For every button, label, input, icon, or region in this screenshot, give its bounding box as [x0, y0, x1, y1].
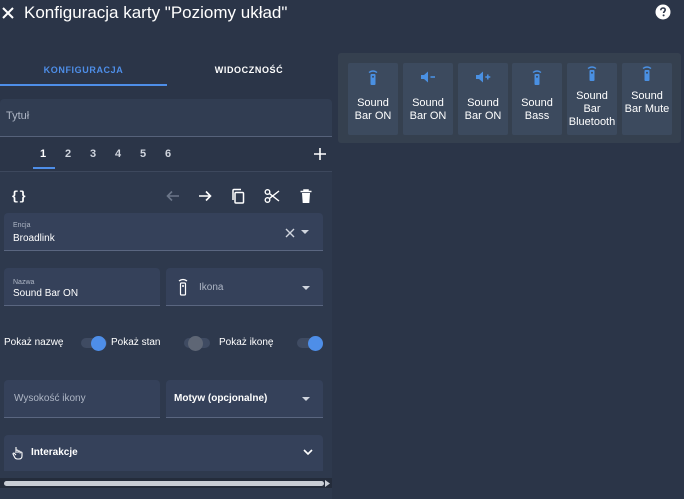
close-icon[interactable] — [0, 5, 16, 21]
show-state-switch-knob[interactable] — [188, 336, 203, 351]
card-tab-3[interactable]: 3 — [90, 148, 96, 160]
card-tab-2[interactable]: 2 — [65, 148, 71, 160]
preview-button-sound-bar-on[interactable]: Sound Bar ON — [348, 63, 398, 135]
scroll-right-icon[interactable] — [325, 480, 330, 487]
icon-height-field[interactable]: Wysokość ikony — [4, 380, 160, 418]
title-input[interactable] — [6, 110, 306, 122]
entity-label: Encja — [13, 222, 31, 229]
show-icon-switch-knob[interactable] — [308, 336, 323, 351]
tab-configuration[interactable]: KONFIGURACJA — [0, 60, 167, 86]
show-icon-label: Pokaż ikonę — [219, 337, 274, 348]
preview-button-volume-down[interactable]: Sound Bar ON — [403, 63, 453, 135]
preview-button-sound-bass[interactable]: Sound Bass — [512, 63, 562, 135]
interactions-expander[interactable]: Interakcje — [4, 435, 323, 471]
theme-label: Motyw (opcjonalne) — [174, 393, 268, 404]
preview-button-label: Sound Bar Bluetooth — [568, 90, 616, 128]
preview-button-label: Sound Bass — [521, 97, 553, 122]
remote-icon — [639, 65, 655, 81]
copy-icon[interactable] — [230, 188, 246, 204]
title-field[interactable] — [0, 99, 332, 137]
remote-icon — [177, 278, 189, 296]
remote-icon — [584, 65, 600, 81]
chevron-down-icon[interactable] — [303, 449, 313, 456]
dialog-title: Konfiguracja karty "Poziomy układ" — [24, 3, 288, 22]
icon-label: Ikona — [199, 282, 224, 293]
show-name-switch-knob[interactable] — [91, 336, 106, 351]
icon-field[interactable]: Ikona — [166, 268, 323, 306]
card-tab-6[interactable]: 6 — [165, 148, 171, 160]
preview-button-label: Sound Bar Mute — [624, 90, 670, 115]
remote-icon — [529, 69, 545, 85]
card-tab-4[interactable]: 4 — [115, 148, 121, 160]
preview-button-label: Sound Bar ON — [354, 97, 392, 122]
add-card-icon[interactable] — [313, 147, 327, 161]
name-value: Sound Bar ON — [13, 288, 79, 299]
delete-icon[interactable] — [298, 188, 314, 204]
scrollbar-thumb[interactable] — [4, 481, 324, 486]
card-tab-1[interactable]: 1 — [40, 148, 46, 160]
remote-icon — [365, 69, 381, 85]
preview-button-sound-bar-bluetooth[interactable]: Sound Bar Bluetooth — [567, 63, 617, 135]
chevron-down-icon[interactable] — [302, 286, 310, 292]
clear-icon[interactable] — [285, 228, 295, 238]
preview-button-volume-up[interactable]: Sound Bar ON — [458, 63, 508, 135]
code-editor-icon[interactable]: {} — [11, 189, 27, 204]
entity-field[interactable]: Encja Broadlink — [4, 213, 323, 251]
show-name-label: Pokaż nazwę — [4, 337, 64, 348]
move-right-icon[interactable] — [197, 188, 213, 204]
volume-plus-icon — [475, 69, 491, 85]
chevron-down-icon[interactable] — [302, 397, 310, 403]
touch-icon — [12, 446, 24, 460]
tab-visibility[interactable]: WIDOCZNOŚĆ — [167, 60, 331, 86]
show-state-label: Pokaż stan — [111, 337, 161, 348]
name-label: Nazwa — [13, 279, 35, 286]
move-left-icon[interactable] — [165, 188, 181, 204]
help-icon[interactable] — [655, 4, 671, 20]
preview-button-label: Sound Bar ON — [464, 97, 502, 122]
icon-height-placeholder: Wysokość ikony — [14, 393, 86, 404]
interactions-label: Interakcje — [31, 447, 78, 458]
active-tab-indicator — [33, 167, 55, 169]
card-tab-5[interactable]: 5 — [140, 148, 146, 160]
entity-value: Broadlink — [13, 233, 55, 244]
cut-icon[interactable] — [264, 188, 280, 204]
theme-select[interactable]: Motyw (opcjonalne) — [166, 380, 323, 418]
preview-button-label: Sound Bar ON — [409, 97, 447, 122]
preview-button-sound-bar-mute[interactable]: Sound Bar Mute — [622, 63, 672, 135]
name-field[interactable]: Nazwa Sound Bar ON — [4, 268, 160, 306]
chevron-down-icon[interactable] — [301, 230, 309, 236]
volume-minus-icon — [420, 69, 436, 85]
